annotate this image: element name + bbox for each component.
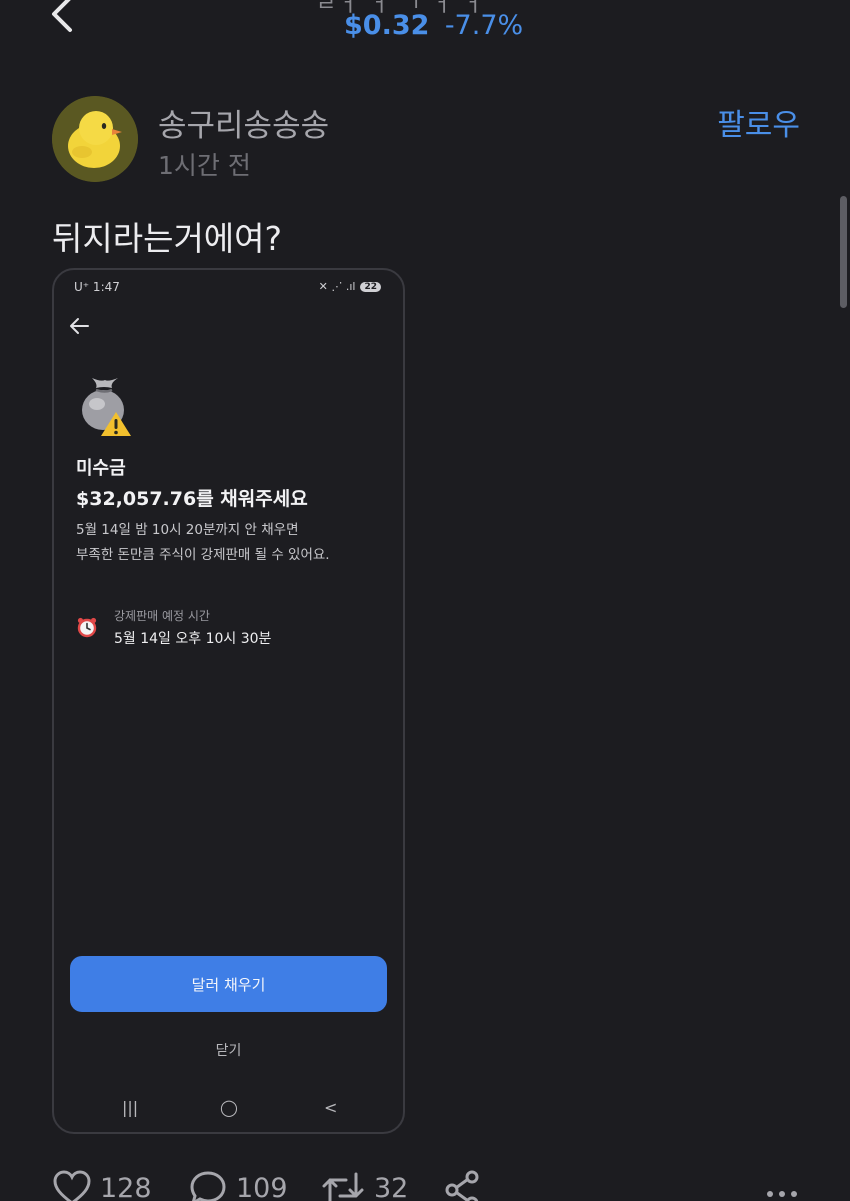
- repost-button[interactable]: 32: [320, 1170, 408, 1201]
- post-detail-page: ㄹㅓ ㅓ ㄱ ㅓ ㅓ $0.32 -7.7% 송구리송송송 1시간 전 팔로우 …: [0, 0, 850, 1201]
- nav-back-icon: <: [324, 1098, 338, 1117]
- status-icons: ✕ ⋰ .ıl 22: [319, 280, 381, 293]
- screenshot-amount: $32,057.76를 채워주세요: [76, 488, 308, 510]
- more-options-button[interactable]: [762, 1170, 802, 1201]
- schedule-time: 5월 14일 오후 10시 30분: [114, 631, 272, 647]
- home-icon: ◯: [220, 1098, 238, 1117]
- username[interactable]: 송구리송송송: [158, 100, 329, 145]
- recent-apps-icon: |||: [122, 1098, 139, 1117]
- alarm-clock-icon: [77, 617, 97, 638]
- description-line-1: 5월 14일 밤 10시 20분까지 안 채우면: [76, 522, 299, 538]
- price-value: $0.32: [344, 10, 430, 41]
- share-button[interactable]: [442, 1170, 482, 1201]
- close-button: 닫기: [215, 1043, 242, 1059]
- battery-icon: 22: [360, 281, 381, 292]
- scrollbar[interactable]: [840, 196, 847, 308]
- avatar[interactable]: [52, 96, 138, 182]
- screenshot-description: 5월 14일 밤 10시 20분까지 안 채우면 부족한 돈만큼 주식이 강제판…: [76, 518, 330, 568]
- comment-bubble-icon: [190, 1171, 226, 1201]
- attached-screenshot[interactable]: U⁺ 1:47 ✕ ⋰ .ıl 22 미수금 $32,057.76를 채워주세요…: [52, 268, 405, 1134]
- screenshot-title: 미수금: [76, 458, 126, 479]
- stock-price[interactable]: $0.32 -7.7%: [344, 10, 523, 41]
- share-icon: [445, 1170, 479, 1201]
- comment-count: 109: [236, 1172, 288, 1201]
- post-time: 1시간 전: [158, 151, 251, 180]
- more-dots-icon: [767, 1191, 797, 1197]
- heart-icon: [53, 1170, 91, 1201]
- post-text: 뒤지라는거에여?: [52, 219, 283, 258]
- money-bag-warning-icon: [82, 378, 131, 436]
- comment-button[interactable]: 109: [188, 1170, 288, 1201]
- like-count: 128: [100, 1172, 152, 1201]
- back-arrow-icon[interactable]: [44, 0, 84, 40]
- like-button[interactable]: 128: [52, 1170, 152, 1201]
- status-carrier-time: U⁺ 1:47: [74, 280, 120, 294]
- post-actions: 128 109 32: [52, 1170, 812, 1201]
- price-change: -7.7%: [444, 10, 524, 41]
- schedule-label: 강제판매 예정 시간: [114, 609, 210, 623]
- repost-icon: [322, 1172, 364, 1201]
- fill-dollars-button: 달러 채우기: [70, 956, 387, 1012]
- follow-button[interactable]: 팔로우: [717, 100, 800, 144]
- duck-avatar-icon: [52, 96, 138, 182]
- screenshot-back-arrow-icon: [70, 318, 89, 334]
- repost-count: 32: [374, 1172, 409, 1201]
- signal-icon: ✕ ⋰ .ıl: [318, 280, 356, 293]
- description-line-2: 부족한 돈만큼 주식이 강제판매 될 수 있어요.: [76, 547, 330, 563]
- android-nav-bar: ||| ◯ <: [54, 1098, 403, 1122]
